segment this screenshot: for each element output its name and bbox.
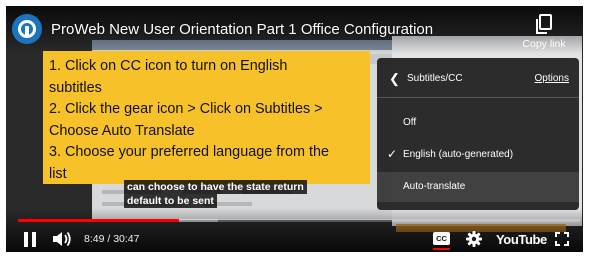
channel-avatar[interactable] bbox=[12, 14, 42, 44]
time-display: 8:49 / 30:47 bbox=[84, 233, 139, 245]
pause-icon bbox=[24, 231, 36, 247]
channel-logo-icon bbox=[18, 20, 36, 38]
menu-item-off[interactable]: Off bbox=[377, 108, 579, 138]
subtitle-caption: can choose to have the state return defa… bbox=[124, 180, 307, 208]
menu-item-label: Off bbox=[403, 117, 417, 128]
fullscreen-button[interactable] bbox=[553, 226, 571, 252]
copy-link-label: Copy link bbox=[522, 38, 566, 50]
control-bar: 8:49 / 30:47 CC YouTube bbox=[6, 226, 583, 252]
youtube-logo[interactable]: YouTube bbox=[496, 232, 547, 247]
video-title[interactable]: ProWeb New User Orientation Part 1 Offic… bbox=[51, 21, 433, 38]
duration: 30:47 bbox=[113, 233, 140, 245]
progress-bar[interactable] bbox=[18, 219, 580, 222]
gear-icon bbox=[466, 231, 482, 247]
fullscreen-icon bbox=[555, 232, 569, 246]
checkmark-icon: ✓ bbox=[387, 147, 398, 161]
time-separator: / bbox=[104, 233, 114, 245]
volume-button[interactable] bbox=[50, 226, 74, 252]
settings-button[interactable] bbox=[464, 226, 484, 252]
instruction-line: 1. Click on CC icon to turn on English bbox=[49, 58, 288, 74]
instruction-overlay: 1. Click on CC icon to turn on English s… bbox=[43, 51, 370, 184]
menu-item-label: Auto-translate bbox=[403, 181, 466, 192]
instruction-line: 3. Choose your preferred language from t… bbox=[49, 144, 329, 161]
menu-header: ❮ Subtitles/CC Options bbox=[377, 58, 579, 98]
options-link[interactable]: Options bbox=[535, 73, 569, 84]
copy-link-button[interactable]: Copy link bbox=[518, 14, 570, 50]
menu-title[interactable]: Subtitles/CC bbox=[407, 73, 463, 84]
instruction-line: Choose Auto Translate bbox=[49, 122, 195, 139]
copy-icon bbox=[536, 14, 552, 34]
subtitles-menu: ❮ Subtitles/CC Options Off ✓ English (au… bbox=[377, 58, 579, 210]
caption-line: default to be sent bbox=[124, 194, 217, 208]
menu-item-label: English (auto-generated) bbox=[403, 149, 514, 160]
caption-line: can choose to have the state return bbox=[124, 180, 307, 194]
current-time: 8:49 bbox=[84, 233, 105, 245]
menu-item-english-auto[interactable]: ✓ English (auto-generated) bbox=[377, 140, 579, 170]
pause-button[interactable] bbox=[20, 226, 40, 252]
video-player[interactable]: ProWeb New User Orientation Part 1 Offic… bbox=[6, 6, 583, 252]
instruction-line: subtitles bbox=[49, 79, 102, 96]
instruction-line: 2. Click the gear icon > Click on Subtit… bbox=[49, 101, 323, 118]
cc-button[interactable]: CC bbox=[433, 232, 450, 245]
cc-active-indicator bbox=[433, 248, 450, 250]
volume-icon bbox=[53, 231, 71, 247]
progress-played bbox=[18, 219, 180, 222]
menu-item-auto-translate[interactable]: Auto-translate bbox=[377, 172, 579, 202]
back-chevron-icon[interactable]: ❮ bbox=[389, 71, 400, 87]
